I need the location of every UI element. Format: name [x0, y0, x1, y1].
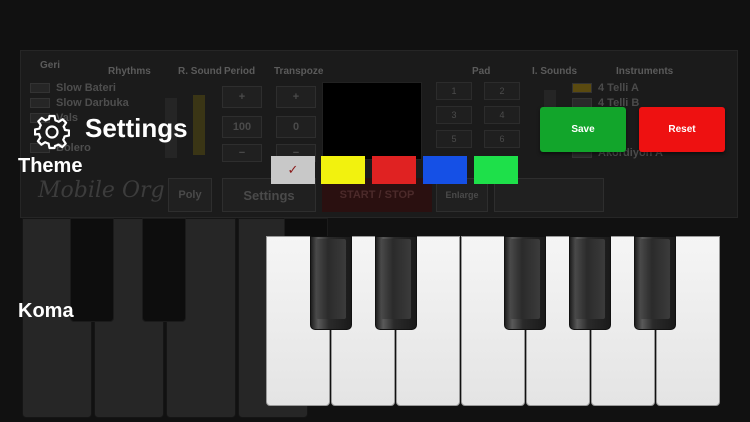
theme-swatch-blue[interactable] [423, 156, 467, 184]
rhythm-item[interactable]: Slow Darbuka [30, 96, 155, 110]
poly-button[interactable]: Poly [168, 178, 212, 212]
period-label: Period [224, 66, 256, 77]
i-sounds-label: I. Sounds [532, 66, 577, 77]
save-button[interactable]: Save [540, 107, 626, 152]
rhythms-label: Rhythms [108, 66, 151, 77]
theme-swatch-red[interactable] [372, 156, 416, 184]
settings-title: Settings [85, 113, 188, 143]
black-key[interactable] [375, 236, 417, 330]
period-plus-button[interactable]: + [222, 86, 262, 108]
geri-label: Geri [40, 60, 61, 71]
app-logo: Mobile Org [38, 178, 165, 203]
check-icon: ✓ [287, 162, 299, 177]
instruments-label: Instruments [616, 66, 674, 77]
pad-label: Pad [472, 66, 491, 77]
koma-label: Koma [18, 300, 74, 322]
pad-button[interactable]: 4 [484, 106, 520, 124]
period-value: 100 [222, 116, 262, 138]
transpoze-plus-button[interactable]: + [276, 86, 316, 108]
black-key[interactable] [142, 218, 186, 322]
pad-button[interactable]: 3 [436, 106, 472, 124]
theme-swatch-yellow[interactable] [321, 156, 365, 184]
pad-button[interactable]: 6 [484, 130, 520, 148]
black-key[interactable] [310, 236, 352, 330]
period-minus-button[interactable]: − [222, 144, 262, 162]
theme-swatch-gray[interactable]: ✓ [271, 156, 315, 184]
theme-swatch-green[interactable] [474, 156, 518, 184]
pad-button[interactable]: 5 [436, 130, 472, 148]
key-style-preview [266, 236, 720, 406]
pad-button[interactable]: 1 [436, 82, 472, 100]
r-sound-label: R. Sound [178, 66, 222, 77]
reset-button[interactable]: Reset [639, 107, 725, 152]
gear-icon [34, 114, 70, 150]
transpoze-value: 0 [276, 116, 316, 138]
black-key[interactable] [634, 236, 676, 330]
r-sound-slider[interactable] [193, 95, 205, 155]
rhythm-item[interactable]: Slow Bateri [30, 81, 155, 95]
theme-label: Theme [18, 155, 83, 177]
pad-button[interactable]: 2 [484, 82, 520, 100]
black-key[interactable] [569, 236, 611, 330]
instrument-item[interactable]: 4 Telli A [572, 81, 682, 95]
black-key[interactable] [70, 218, 114, 322]
rhythm-display [322, 82, 422, 160]
transpoze-label: Transpoze [274, 66, 324, 77]
black-key[interactable] [504, 236, 546, 330]
